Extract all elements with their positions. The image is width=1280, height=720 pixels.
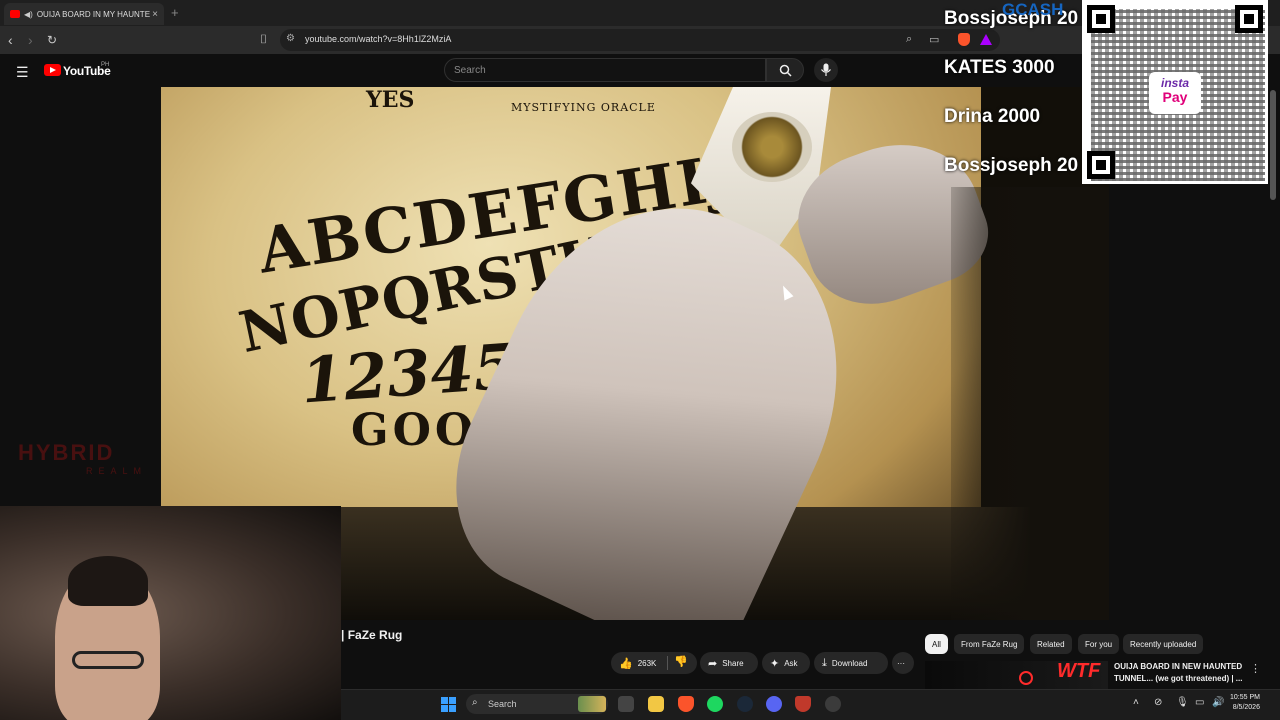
dislike-icon[interactable]: 👎 — [674, 655, 688, 668]
display-icon[interactable]: ▭ — [1195, 697, 1204, 708]
microphone-tray-icon[interactable]: 🎙 — [1176, 697, 1189, 708]
related-video-title[interactable]: OUIJA BOARD IN NEW HAUNTED TUNNEL... (we… — [1114, 661, 1254, 685]
taskbar-search-icon: ⌕ — [472, 697, 478, 708]
video-dark-edge — [951, 187, 1109, 620]
more-icon: ··· — [897, 658, 905, 668]
donation-entry: Bossjoseph 20 — [944, 155, 1079, 175]
windows-start-icon[interactable] — [441, 697, 456, 712]
page-scrollbar[interactable] — [1270, 90, 1276, 200]
task-view-icon[interactable] — [618, 696, 634, 712]
forward-icon[interactable]: › — [28, 32, 33, 48]
microphone-icon — [821, 63, 831, 76]
taskbar-clock[interactable]: 10:55 PM 8/5/2026 — [1230, 693, 1260, 713]
new-tab-button[interactable]: + — [171, 5, 179, 20]
youtube-logo-icon[interactable] — [44, 64, 61, 76]
board-yes-text: YES — [366, 87, 415, 113]
file-explorer-icon[interactable] — [648, 696, 664, 712]
tray-chevron-icon[interactable]: ˄ — [1133, 697, 1139, 708]
reload-icon[interactable]: ↻ — [47, 33, 57, 47]
download-icon: ⤓ — [822, 656, 827, 669]
search-icon — [779, 64, 792, 77]
search-input[interactable] — [444, 58, 766, 82]
kebab-menu-icon[interactable]: ⋮ — [1250, 662, 1261, 675]
planchette-lens — [732, 112, 812, 182]
speaker-icon[interactable]: ◀) — [24, 10, 33, 19]
donation-ticker: Bossjoseph 20 KATES 3000 Drina 2000 Boss… — [940, 0, 1090, 175]
bookmark-icon[interactable]: ⌷ — [260, 32, 267, 47]
streamer-hair — [68, 556, 148, 606]
search-placeholder: Search — [454, 65, 486, 76]
qr-finder-icon — [1087, 5, 1115, 33]
like-count: 263K — [637, 658, 657, 668]
board-brand-text: MYSTIFYING ORACLE — [511, 101, 656, 114]
obs-icon[interactable] — [825, 696, 841, 712]
thumbs-up-icon: 👍 — [619, 657, 633, 670]
more-actions-button[interactable]: ··· — [892, 652, 914, 674]
share-label: Share — [722, 658, 744, 668]
qr-finder-icon — [1087, 151, 1115, 179]
clock-date: 8/5/2026 — [1232, 704, 1260, 711]
download-button[interactable]: ⤓ Download — [814, 652, 888, 674]
chip-from-faze-rug[interactable]: From FaZe Rug — [954, 634, 1025, 654]
thumbnail-red-circle — [1019, 671, 1033, 685]
like-divider — [667, 656, 668, 670]
qr-finder-icon — [1235, 5, 1263, 33]
ask-label: Ask — [784, 658, 798, 668]
chip-recently-uploaded[interactable]: Recently uploaded — [1123, 634, 1204, 654]
donation-entry: KATES 3000 — [944, 57, 1055, 78]
tab-title: OUIJA BOARD IN MY HAUNTE — [36, 9, 151, 19]
search-highlight-icon[interactable] — [578, 696, 606, 712]
url-text[interactable]: youtube.com/watch?v=8Hh1lZ2MziA — [305, 34, 451, 44]
ask-button[interactable]: ✦ Ask — [762, 652, 810, 674]
voice-search-button[interactable] — [814, 58, 838, 82]
region-code: PH — [101, 62, 110, 68]
clock-time: 10:55 PM — [1230, 694, 1260, 701]
steam-icon[interactable] — [737, 696, 753, 712]
instapay-bottom-text: Pay — [1162, 89, 1188, 105]
board-goodbye-text: GOO — [351, 405, 478, 456]
glasses — [72, 651, 144, 669]
chip-related[interactable]: Related — [1030, 634, 1072, 654]
brave-app-icon[interactable] — [795, 696, 811, 712]
site-info-icon[interactable]: ⚙ — [286, 33, 295, 44]
sparkle-icon: ✦ — [770, 657, 780, 670]
search-button[interactable] — [766, 58, 804, 82]
discord-icon[interactable] — [766, 696, 782, 712]
chip-all[interactable]: All — [925, 634, 948, 654]
zoom-icon[interactable]: ⌕ — [906, 33, 912, 46]
taskbar-search-label: Search — [488, 699, 517, 709]
share-button[interactable]: ➦ Share — [700, 652, 758, 674]
spotify-icon[interactable] — [707, 696, 723, 712]
channel-name[interactable]: | FaZe Rug — [341, 628, 402, 642]
youtube-favicon-icon — [10, 10, 20, 18]
share-icon: ➦ — [708, 657, 718, 670]
network-icon[interactable]: ⊘ — [1154, 697, 1162, 708]
volume-icon[interactable]: 🔊 — [1212, 697, 1224, 708]
cast-icon[interactable]: ▭ — [929, 33, 939, 46]
instapay-logo: insta Pay — [1149, 72, 1201, 114]
gcash-label: GCASH — [1002, 0, 1064, 19]
browser-tab[interactable]: ◀) OUIJA BOARD IN MY HAUNTE × — [4, 3, 164, 25]
stream-logo-watermark: HYBRID — [18, 440, 115, 465]
instapay-top-text: insta — [1160, 76, 1189, 90]
stream-logo-watermark-sub: REALM — [86, 466, 148, 476]
close-tab-icon[interactable]: × — [152, 9, 158, 20]
download-label: Download — [831, 658, 868, 668]
thumbnail-text: WTF — [1057, 660, 1101, 682]
menu-icon[interactable]: ☰ — [16, 64, 29, 81]
brave-browser-icon[interactable] — [678, 696, 694, 712]
donation-entry: Drina 2000 — [944, 106, 1041, 127]
chip-for-you[interactable]: For you — [1078, 634, 1120, 654]
webcam-feed — [0, 506, 341, 720]
back-icon[interactable]: ‹ — [8, 32, 13, 48]
